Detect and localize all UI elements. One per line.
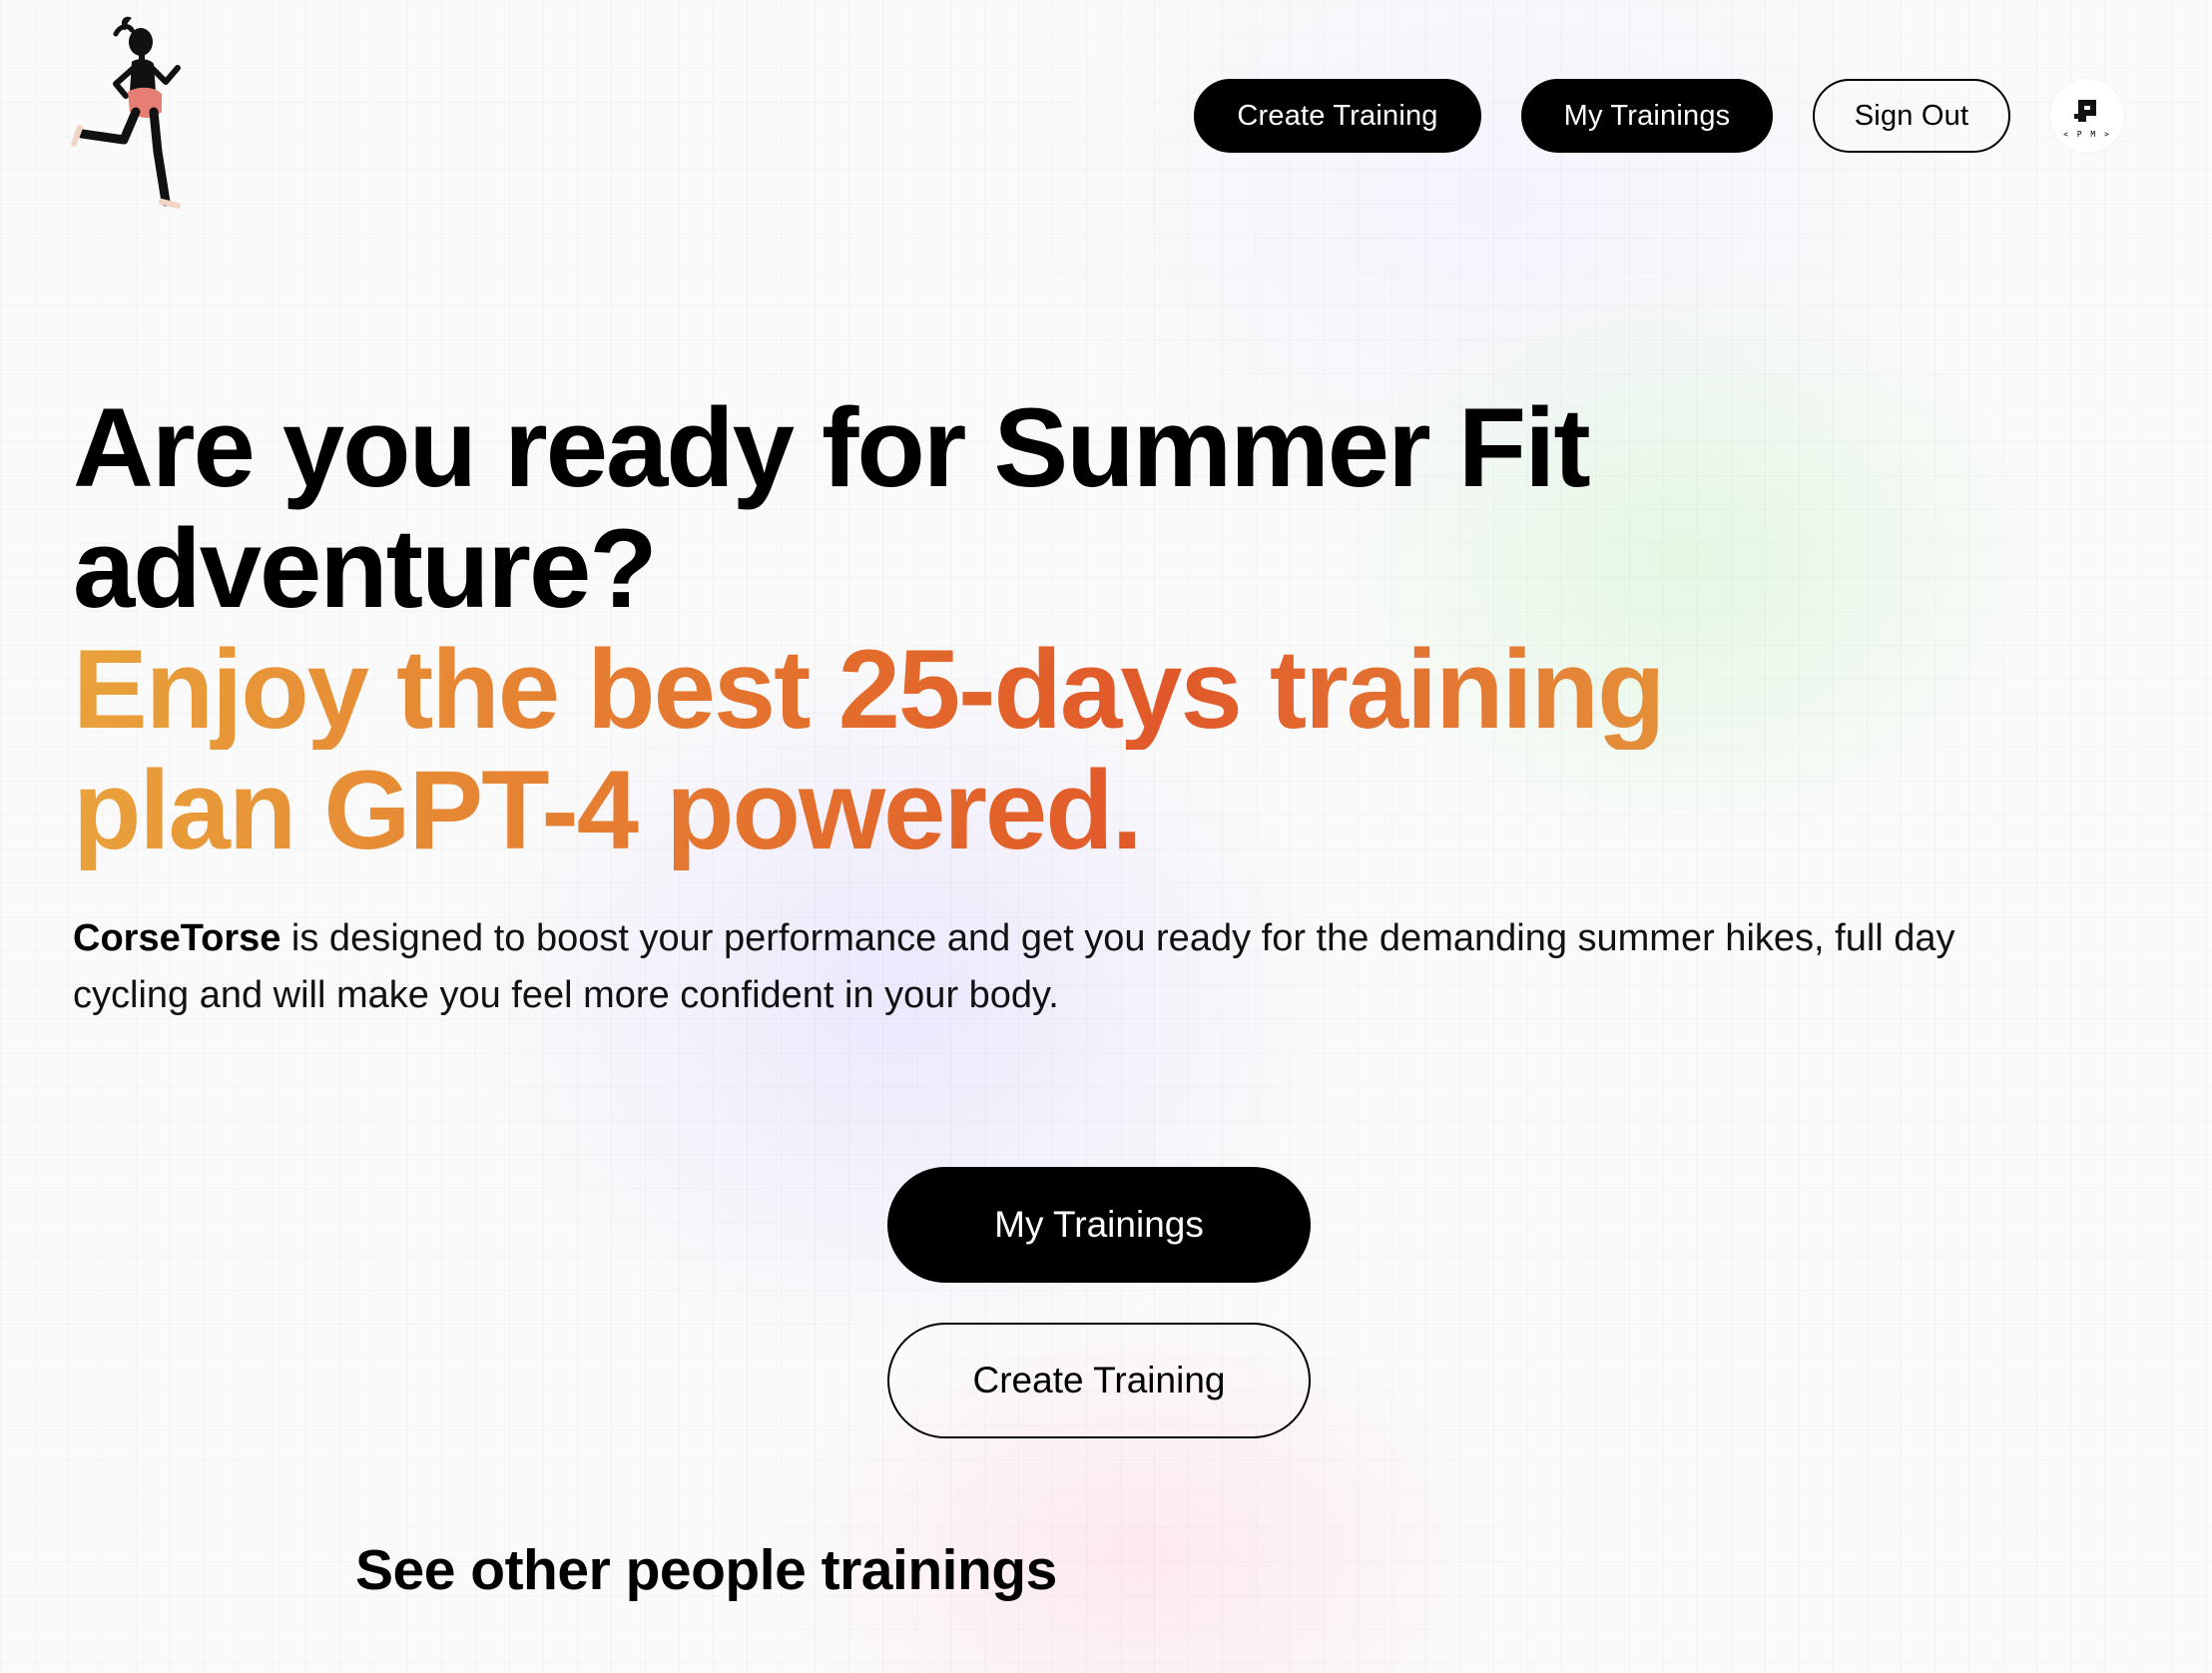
sign-out-button[interactable]: Sign Out [1813, 79, 2010, 153]
hero-title-line-2: adventure? [73, 506, 658, 631]
create-training-button[interactable]: Create Training [887, 1323, 1311, 1438]
nav-my-trainings-button[interactable]: My Trainings [1521, 79, 1773, 153]
my-trainings-button[interactable]: My Trainings [887, 1167, 1311, 1283]
page: Create Training My Trainings Sign Out < … [0, 0, 2212, 1673]
hero-title: Are you ready for Summer Fit adventure? … [73, 387, 1969, 870]
other-trainings-heading: See other people trainings [355, 1538, 1057, 1602]
brand-name: CorseTorse [73, 917, 281, 959]
nav-create-training-button[interactable]: Create Training [1194, 79, 1481, 153]
hero-title-line-1: Are you ready for Summer Fit [73, 385, 1591, 510]
hero-description-text: is designed to boost your performance an… [73, 917, 1955, 1016]
hero-subtitle-line-2: plan GPT-4 powered. [73, 750, 1969, 870]
hero-subtitle-line-1: Enjoy the best 25-days training [73, 629, 1969, 750]
running-woman-icon[interactable] [66, 12, 246, 222]
pm-logo-icon [2074, 99, 2096, 122]
avatar[interactable]: < P M > [2050, 79, 2124, 153]
avatar-text: < P M > [2063, 129, 2111, 139]
hero-description: CorseTorse is designed to boost your per… [73, 910, 2029, 1024]
